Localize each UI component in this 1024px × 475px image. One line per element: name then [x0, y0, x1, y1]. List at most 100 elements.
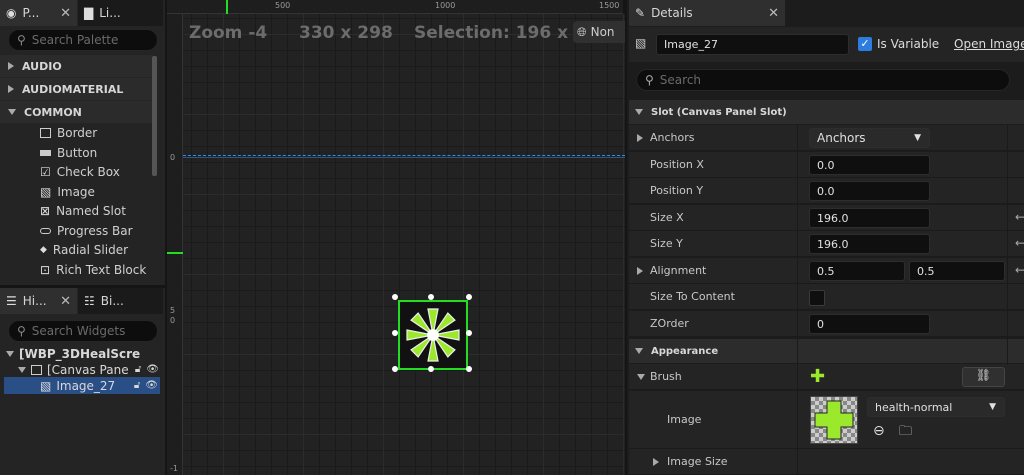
category-audiomaterial[interactable]: AUDIOMATERIAL [0, 78, 152, 100]
checkbox-icon: ☑ [40, 164, 51, 179]
link-button[interactable]: ⛓︎ [962, 367, 1005, 387]
details-search-input[interactable]: ⚲ Search [636, 69, 1010, 91]
palette-search-input[interactable]: ⚲ Search Palette [8, 29, 158, 51]
palette-icon: ◉ [6, 6, 17, 20]
category-common[interactable]: COMMON [0, 101, 152, 123]
close-icon[interactable]: ✕ [60, 6, 71, 21]
tree-item-canvas-panel[interactable]: [Canvas Pane 🔓︎ 👁︎ [18, 361, 165, 378]
palette-item-image[interactable]: ▧ Image [40, 182, 95, 201]
image-thumbnail[interactable] [810, 396, 858, 444]
close-icon[interactable]: ✕ [768, 6, 779, 21]
health-plus-icon [814, 400, 854, 440]
close-icon[interactable]: ✕ [60, 294, 71, 309]
ruler-tick-label: 5 [170, 306, 176, 315]
palette-item-border[interactable]: Border [40, 123, 97, 142]
chevron-right-icon[interactable] [637, 267, 643, 275]
palette-scrollbar[interactable] [152, 56, 157, 176]
section-appearance[interactable]: Appearance [629, 339, 1024, 363]
tab-palette[interactable]: ◉ P... ✕ [0, 0, 77, 26]
palette-item-checkbox[interactable]: ☑ Check Box [40, 162, 120, 181]
position-x-field[interactable]: 0.0 [809, 155, 930, 175]
is-variable-checkbox[interactable]: ✓ [858, 37, 872, 51]
widget-search-placeholder: Search Widgets [31, 324, 126, 338]
position-y-field[interactable]: 0.0 [809, 181, 930, 201]
reset-arrow-icon[interactable]: ← [1015, 210, 1024, 224]
palette-search-placeholder: Search Palette [31, 33, 119, 47]
globe-icon: 🌐︎ [577, 24, 587, 39]
open-image-link[interactable]: Open Image [954, 37, 1024, 51]
tree-item-image[interactable]: ▧ Image_27 🔓︎ 👁︎ [4, 377, 160, 394]
resize-handle[interactable] [392, 294, 398, 300]
ruler-tick-label: -1 [170, 464, 178, 473]
tree-item-label: Image_27 [56, 378, 116, 393]
rich-text-icon: ⊡ [40, 262, 51, 277]
chevron-down-icon[interactable] [637, 374, 645, 380]
widget-search-input[interactable]: ⚲ Search Widgets [8, 320, 158, 342]
zorder-field[interactable]: 0 [809, 314, 930, 334]
resize-handle[interactable] [392, 330, 398, 336]
use-selected-icon[interactable]: ⊖ [873, 423, 885, 439]
chevron-down-icon: ▼ [914, 133, 921, 143]
image-asset-dropdown[interactable]: health-normal ▼ [867, 397, 1005, 417]
image-widget[interactable] [398, 300, 468, 370]
ruler-left: 0 5 0 -1 [167, 14, 183, 475]
resize-handle[interactable] [466, 366, 472, 372]
palette-item-rich-text-block[interactable]: ⊡ Rich Text Block [40, 260, 146, 279]
resize-handle[interactable] [428, 366, 434, 372]
tab-bindings[interactable]: ☷ Bi... [78, 288, 163, 314]
reset-arrow-icon[interactable]: ← [1015, 236, 1024, 250]
canvas-panel-icon [31, 364, 42, 375]
eye-icon[interactable]: 👁︎ [145, 380, 158, 391]
folder-icon: ▇ [84, 6, 94, 20]
row-image: Image health-normal ▼ ⊖ 🗀︎ [629, 391, 1024, 449]
is-variable-label: Is Variable [877, 37, 940, 51]
size-y-field[interactable]: 196.0 [809, 234, 930, 254]
ruler-top: 500 1000 1500 [167, 0, 623, 14]
size-x-field[interactable]: 196.0 [809, 208, 930, 228]
palette-item-progress-bar[interactable]: Progress Bar [40, 221, 133, 240]
tab-details[interactable]: ✎ Details ✕ [629, 0, 785, 26]
size-to-content-checkbox[interactable] [809, 290, 825, 306]
section-slot[interactable]: Slot (Canvas Panel Slot) [629, 100, 1024, 124]
ruler-tick-label: 0 [170, 153, 176, 162]
alignment-y-field[interactable]: 0.5 [909, 261, 1005, 281]
row-zorder: ZOrder 0 [629, 311, 1024, 337]
alignment-x-field[interactable]: 0.5 [809, 261, 905, 281]
anchors-label: Anchors [650, 131, 695, 144]
chevron-right-icon [8, 62, 14, 70]
palette-item-button[interactable]: Button [40, 143, 97, 162]
tree-item-label: [WBP_3DHealScre [19, 346, 141, 361]
lock-icon[interactable]: 🔓︎ [135, 364, 141, 375]
chevron-down-icon [18, 366, 26, 373]
palette-item-radial-slider[interactable]: ◆ Radial Slider [40, 240, 128, 259]
lock-icon[interactable]: 🔓︎ [134, 380, 140, 391]
resize-handle[interactable] [428, 294, 434, 300]
chevron-down-icon [6, 350, 14, 357]
tab-hierarchy[interactable]: ☰ Hi... ✕ [0, 288, 77, 314]
progress-bar-icon [40, 227, 51, 234]
dpi-button[interactable]: 🌐︎ Non [573, 21, 625, 43]
chevron-right-icon[interactable] [637, 134, 643, 142]
category-label: COMMON [24, 105, 82, 119]
resize-handle[interactable] [466, 330, 472, 336]
resize-handle[interactable] [466, 294, 472, 300]
anchors-dropdown[interactable]: Anchors ▼ [809, 128, 930, 148]
palette-item-named-slot[interactable]: ⊠ Named Slot [40, 201, 126, 220]
category-audio[interactable]: AUDIO [0, 55, 152, 77]
anchors-value: Anchors [817, 131, 866, 145]
tab-library[interactable]: ▇ Li... [78, 0, 163, 26]
resize-handle[interactable] [392, 366, 398, 372]
column-divider-right [1007, 125, 1008, 365]
browse-folder-icon[interactable]: 🗀︎ [899, 422, 912, 444]
tree-item-root[interactable]: [WBP_3DHealScre [6, 345, 140, 362]
designer-canvas[interactable]: Zoom -4 330 x 298 Selection: 196 x 196 🌐… [183, 14, 625, 475]
row-alignment: Alignment 0.5 0.5 ← [629, 258, 1024, 284]
reset-arrow-icon[interactable]: ← [1015, 263, 1024, 277]
image-icon: ▧ [40, 184, 52, 199]
chevron-down-icon [635, 348, 643, 354]
palette-item-label: Check Box [56, 164, 120, 179]
chevron-right-icon[interactable] [653, 458, 659, 466]
row-size-to-content: Size To Content [629, 284, 1024, 310]
eye-icon[interactable]: 👁︎ [146, 364, 159, 375]
widget-name-field[interactable]: Image_27 [656, 34, 849, 55]
